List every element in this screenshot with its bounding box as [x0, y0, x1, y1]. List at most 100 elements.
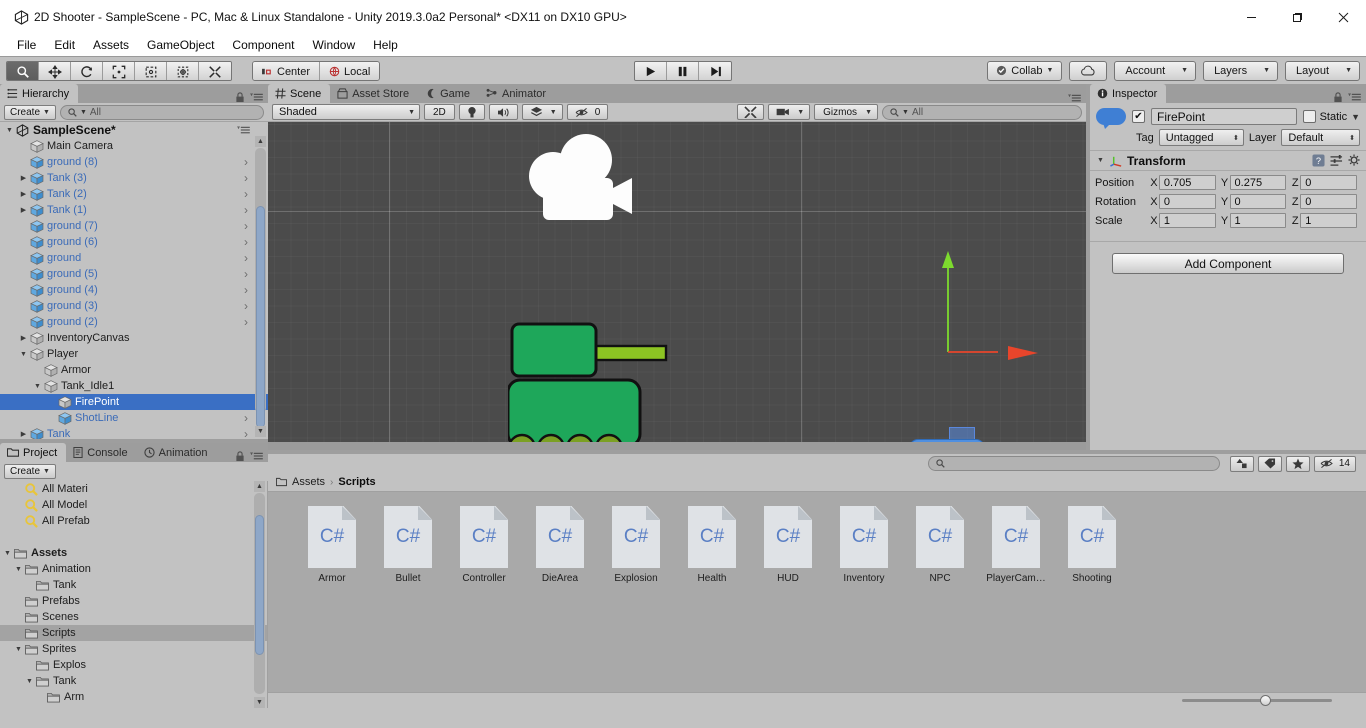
tab-scene[interactable]: Scene [268, 84, 331, 103]
hierarchy-item-ground-5[interactable]: ▶ground (5)› [0, 266, 268, 282]
pause-button[interactable] [667, 61, 699, 80]
project-scrollbar[interactable] [254, 493, 265, 694]
tab-game[interactable]: Game [418, 84, 479, 103]
hierarchy-item-firepoint[interactable]: ▶FirePoint [0, 394, 268, 410]
asset-item[interactable]: C# Shooting [1054, 506, 1130, 584]
camera-settings-button[interactable]: ▼ [768, 104, 811, 120]
add-component-button[interactable]: Add Component [1112, 253, 1344, 274]
hierarchy-item-tank-1[interactable]: ▶ Tank (1) › [0, 202, 268, 218]
expand-arrow-icon[interactable]: ▼ [4, 127, 15, 134]
transform-scale-x-input[interactable]: 1 [1158, 213, 1216, 228]
scale-tool-button[interactable] [103, 61, 135, 80]
transform-rotation-y-input[interactable]: 0 [1229, 194, 1287, 209]
hierarchy-item-tank-2[interactable]: ▶ Tank (2) › [0, 186, 268, 202]
transform-rotation-x-input[interactable]: 0 [1158, 194, 1216, 209]
hierarchy-item-tank[interactable]: ▶ Tank › [0, 426, 268, 439]
asset-item[interactable]: C# DieArea [522, 506, 598, 584]
open-prefab-chevron-icon[interactable]: › [244, 427, 248, 439]
shading-mode-dropdown[interactable]: Shaded ▼ [272, 104, 420, 120]
transform-scale-z-input[interactable]: 1 [1300, 213, 1357, 228]
transform-position-x-input[interactable]: 0.705 [1158, 175, 1216, 190]
zoom-slider[interactable] [1182, 695, 1332, 707]
open-prefab-chevron-icon[interactable]: › [244, 187, 248, 201]
transform-position-y-input[interactable]: 0.275 [1229, 175, 1287, 190]
main-camera-gizmo-icon[interactable] [520, 130, 632, 226]
hierarchy-item-armor[interactable]: ▶Armor [0, 362, 268, 378]
hierarchy-item-inventorycanvas[interactable]: ▶ InventoryCanvas [0, 330, 268, 346]
project-search-input[interactable] [927, 456, 1220, 471]
expand-arrow-icon[interactable]: ▶ [18, 206, 29, 214]
hierarchy-item-tank-idle1[interactable]: ▼ Tank_Idle1 [0, 378, 268, 394]
open-prefab-chevron-icon[interactable]: › [244, 171, 248, 185]
toggle-2d-button[interactable]: 2D [424, 104, 455, 120]
tab-asset-store[interactable]: Asset Store [330, 84, 418, 103]
project-tree-item-assets[interactable]: ▼ Assets [0, 545, 267, 561]
hierarchy-tree[interactable]: ▼ SampleScene* ▶Main Camera▶ground (8)›▶… [0, 122, 268, 439]
audio-toggle-button[interactable] [488, 104, 518, 120]
hierarchy-scroll-down[interactable]: ▼ [255, 426, 266, 437]
asset-item[interactable]: C# Controller [446, 506, 522, 584]
hand-tool-button[interactable] [7, 61, 39, 80]
open-prefab-chevron-icon[interactable]: › [244, 251, 248, 265]
hierarchy-item-main-camera[interactable]: ▶Main Camera [0, 138, 268, 154]
project-tree-item-arm[interactable]: ▶Arm [0, 689, 267, 705]
open-prefab-chevron-icon[interactable]: › [244, 267, 248, 281]
open-prefab-chevron-icon[interactable]: › [244, 203, 248, 217]
component-expand-arrow-icon[interactable]: ▼ [1095, 157, 1106, 164]
cloud-button[interactable] [1069, 60, 1108, 81]
rotate-tool-button[interactable] [71, 61, 103, 80]
transform-rotation-z-input[interactable]: 0 [1300, 194, 1357, 209]
asset-item[interactable]: C# PlayerCam… [978, 506, 1054, 584]
hierarchy-scroll-up[interactable]: ▲ [255, 136, 266, 147]
expand-arrow-icon[interactable]: ▼ [13, 566, 24, 573]
project-tree-item-scenes[interactable]: ▶Scenes [0, 609, 267, 625]
project-tree-item-all-materi[interactable]: ▶All Materi [0, 481, 267, 497]
hierarchy-item-player[interactable]: ▼ Player [0, 346, 268, 362]
layers-button[interactable]: Layers ▼ [1203, 60, 1279, 81]
scene-viewport[interactable]: FirePoint [268, 122, 1086, 450]
expand-arrow-icon[interactable]: ▶ [18, 190, 29, 198]
transform-gizmo[interactable] [878, 242, 998, 362]
menu-edit[interactable]: Edit [45, 36, 84, 54]
expand-arrow-icon[interactable]: ▶ [18, 174, 29, 182]
account-button[interactable]: Account ▼ [1114, 60, 1197, 81]
tab-project[interactable]: Project [0, 443, 67, 462]
hierarchy-scene-row[interactable]: ▼ SampleScene* [0, 122, 268, 138]
asset-item[interactable]: C# Health [674, 506, 750, 584]
open-prefab-chevron-icon[interactable]: › [244, 283, 248, 297]
hierarchy-item-ground-6[interactable]: ▶ground (6)› [0, 234, 268, 250]
scene-tools-button[interactable] [737, 104, 765, 120]
panel-menu-icon[interactable] [1068, 94, 1081, 103]
hierarchy-scrollbar[interactable] [255, 148, 266, 428]
open-prefab-chevron-icon[interactable]: › [244, 219, 248, 233]
menu-window[interactable]: Window [303, 36, 364, 54]
project-tree-item-tank[interactable]: ▶Tank [0, 577, 267, 593]
lock-icon[interactable] [235, 451, 245, 462]
asset-item[interactable]: C# Bullet [370, 506, 446, 584]
transform-component-header[interactable]: ▼ Transform ? [1090, 151, 1366, 171]
hierarchy-item-ground-3[interactable]: ▶ground (3)› [0, 298, 268, 314]
hierarchy-item-ground-4[interactable]: ▶ground (4)› [0, 282, 268, 298]
fx-toggle-button[interactable]: ▼ [521, 104, 563, 120]
menu-gameobject[interactable]: GameObject [138, 36, 223, 54]
expand-arrow-icon[interactable]: ▶ [18, 334, 29, 342]
asset-item[interactable]: C# Explosion [598, 506, 674, 584]
minimize-button[interactable] [1228, 0, 1274, 34]
open-prefab-chevron-icon[interactable]: › [244, 155, 248, 169]
expand-arrow-icon[interactable]: ▼ [32, 383, 43, 390]
gameobject-enabled-checkbox[interactable]: ✔ [1132, 110, 1145, 123]
play-button[interactable] [635, 61, 667, 80]
hierarchy-item-ground[interactable]: ▶ground› [0, 250, 268, 266]
project-scroll-thumb[interactable] [255, 515, 264, 655]
open-prefab-chevron-icon[interactable]: › [244, 235, 248, 249]
scene-menu-icon[interactable] [237, 125, 250, 135]
project-tree-item-all-prefab[interactable]: ▶All Prefab [0, 513, 267, 529]
panel-menu-icon[interactable] [250, 93, 263, 102]
static-checkbox[interactable] [1302, 110, 1316, 123]
tab-hierarchy[interactable]: Hierarchy [0, 84, 79, 103]
menu-file[interactable]: File [8, 36, 45, 54]
open-prefab-chevron-icon[interactable]: › [244, 315, 248, 329]
scene-visibility-button[interactable]: 0 [566, 104, 609, 120]
project-tree-item-all-model[interactable]: ▶All Model [0, 497, 267, 513]
filter-by-type-button[interactable] [1229, 455, 1254, 472]
